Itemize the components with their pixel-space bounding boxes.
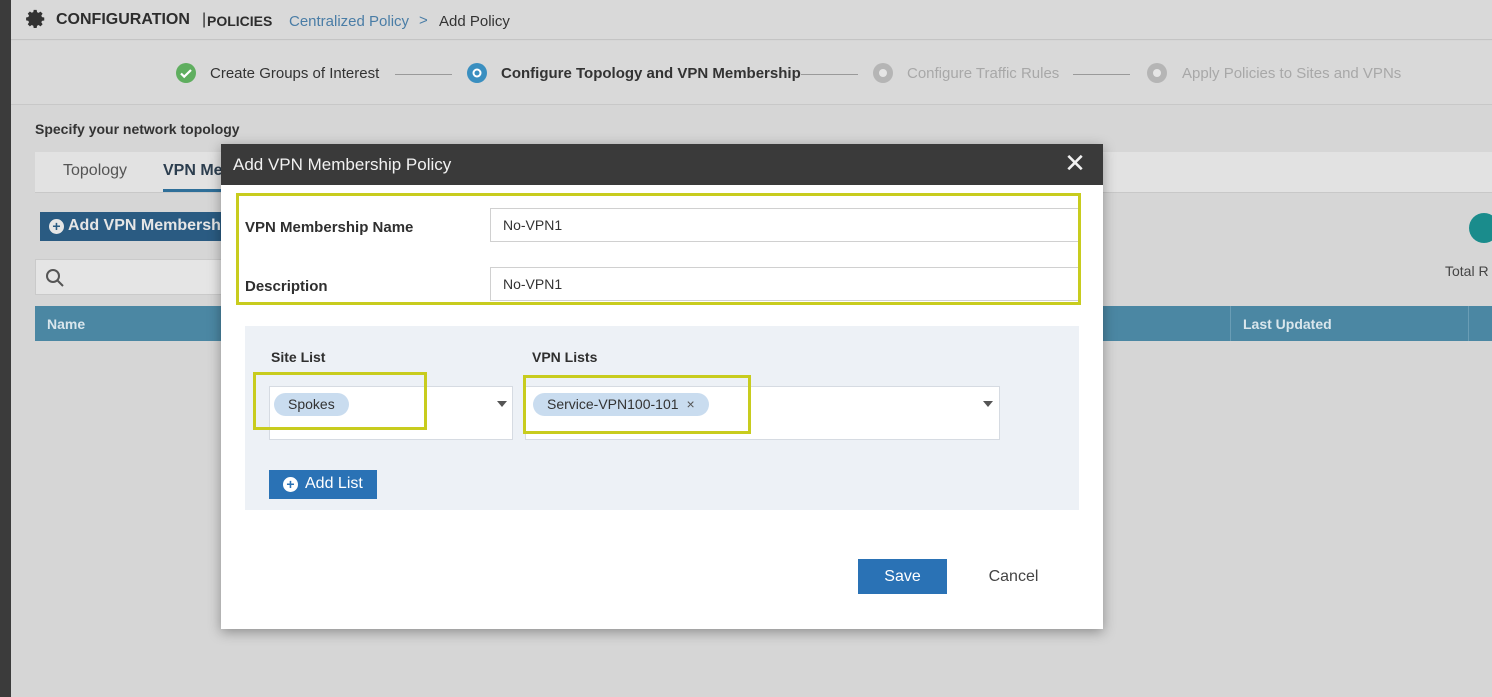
page-title: CONFIGURATION [56,11,190,28]
step-connector [395,74,452,75]
vpn-list-chip[interactable]: Service-VPN100-101 × [533,393,709,416]
vpn-list-chip-label: Service-VPN100-101 [547,396,679,412]
breadcrumb-separator: > [419,12,428,29]
step-configure-traffic-rules[interactable]: Configure Traffic Rules [907,65,1059,82]
top-header: CONFIGURATION | POLICIES Centralized Pol… [11,0,1492,40]
tab-vpn-membership[interactable]: VPN Me [163,162,223,180]
vpn-lists-select[interactable]: Service-VPN100-101 × [525,386,1000,440]
step-create-groups[interactable]: Create Groups of Interest [210,65,379,82]
left-edge-strip [0,0,11,697]
column-name[interactable]: Name [47,316,85,332]
add-list-button[interactable]: + Add List [269,470,377,499]
plus-circle-icon: + [283,477,298,492]
breadcrumb-current: Add Policy [439,13,510,30]
column-last-updated[interactable]: Last Updated [1243,316,1332,332]
step-apply-policies[interactable]: Apply Policies to Sites and VPNs [1182,65,1401,82]
pending-step-icon [873,63,893,83]
tab-topology[interactable]: Topology [63,162,127,180]
vpn-lists-label: VPN Lists [532,349,598,365]
check-circle-icon [176,63,196,83]
step-connector [801,74,858,75]
total-rows-label: Total R [1445,263,1489,279]
add-vpn-membership-label: Add VPN Membersh [68,217,221,234]
vpn-membership-name-label: VPN Membership Name [245,219,414,236]
refresh-icon[interactable] [1469,213,1492,243]
current-step-icon [467,63,487,83]
cancel-button[interactable]: Cancel [976,559,1051,594]
breadcrumb-centralized-policy[interactable]: Centralized Policy [289,13,409,30]
chevron-down-icon[interactable] [497,401,507,407]
add-list-label: Add List [305,475,363,492]
plus-icon: + [49,219,64,234]
dialog-header: Add VPN Membership Policy ✕ [221,144,1103,185]
search-input[interactable] [35,259,231,295]
site-list-label: Site List [271,349,326,365]
pending-step-icon [1147,63,1167,83]
save-button[interactable]: Save [858,559,947,594]
add-vpn-membership-dialog: Add VPN Membership Policy ✕ VPN Membersh… [221,144,1103,629]
column-divider [1468,306,1469,341]
list-panel: Site List VPN Lists Spokes Service-VPN10… [245,326,1079,510]
step-configure-topology[interactable]: Configure Topology and VPN Membership [501,65,801,82]
page-subtitle: POLICIES [207,13,273,29]
dialog-title: Add VPN Membership Policy [233,155,452,174]
step-connector [1073,74,1130,75]
close-icon[interactable]: ✕ [1064,150,1086,176]
gear-icon[interactable] [25,8,47,30]
remove-chip-icon[interactable]: × [687,396,695,412]
description-field[interactable] [490,267,1080,301]
chevron-down-icon[interactable] [983,401,993,407]
add-vpn-membership-button[interactable]: + Add VPN Membersh [40,212,240,241]
section-heading: Specify your network topology [35,121,240,137]
description-label: Description [245,278,328,295]
wizard-steps: Create Groups of Interest Configure Topo… [11,41,1492,105]
title-separator: | [202,11,207,28]
site-list-chip[interactable]: Spokes [274,393,349,416]
column-divider [1230,306,1231,341]
search-icon [46,269,64,287]
site-list-chip-label: Spokes [288,396,335,412]
site-list-select[interactable]: Spokes [269,386,513,440]
vpn-membership-name-field[interactable] [490,208,1080,242]
